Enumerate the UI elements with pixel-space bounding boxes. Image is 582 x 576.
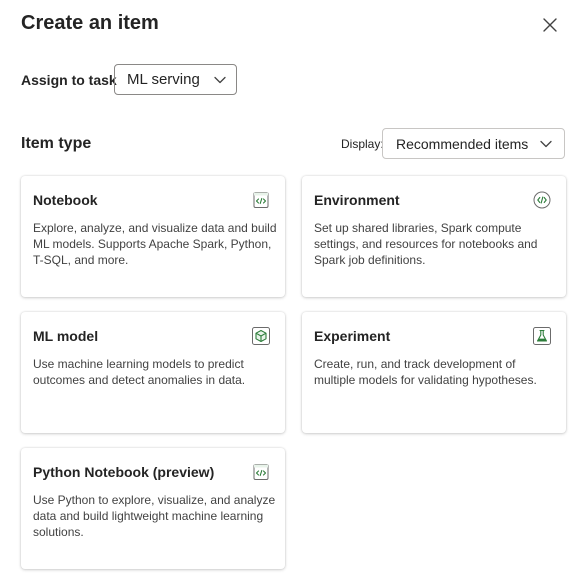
- display-dropdown[interactable]: Recommended items: [382, 128, 565, 159]
- card-ml-model[interactable]: ML model Use machine learning models to …: [21, 312, 285, 433]
- close-button[interactable]: [539, 14, 561, 36]
- card-description: Explore, analyze, and visualize data and…: [33, 221, 277, 267]
- card-description: Use machine learning models to predict o…: [33, 357, 246, 387]
- dialog-title: Create an item: [21, 12, 159, 34]
- notebook-icon: [253, 192, 269, 208]
- card-title: Experiment: [314, 328, 391, 344]
- card-experiment[interactable]: Experiment Create, run, and track develo…: [302, 312, 566, 433]
- display-value: Recommended items: [396, 135, 529, 152]
- display-label: Display:: [341, 137, 384, 151]
- chevron-down-icon: [214, 76, 226, 83]
- experiment-icon: [533, 327, 551, 345]
- card-notebook[interactable]: Notebook Explore, analyze, and visualize…: [21, 176, 285, 297]
- card-description: Use Python to explore, visualize, and an…: [33, 493, 276, 539]
- assign-to-task-label: Assign to task: [21, 72, 117, 88]
- assign-to-task-value: ML serving: [127, 71, 200, 88]
- card-title: Notebook: [33, 192, 98, 208]
- card-environment[interactable]: Environment Set up shared libraries, Spa…: [302, 176, 566, 297]
- environment-icon: [533, 191, 551, 209]
- python-notebook-icon: [253, 464, 269, 480]
- close-icon: [543, 18, 557, 32]
- assign-to-task-dropdown[interactable]: ML serving: [114, 64, 237, 95]
- card-title: ML model: [33, 328, 99, 344]
- card-title: Python Notebook (preview): [33, 464, 215, 480]
- ml-model-icon: [252, 327, 270, 345]
- card-description: Create, run, and track development of mu…: [314, 357, 537, 387]
- chevron-down-icon: [540, 140, 552, 147]
- card-python-notebook[interactable]: Python Notebook (preview) Use Python to …: [21, 448, 285, 569]
- card-title: Environment: [314, 192, 400, 208]
- item-type-heading: Item type: [21, 135, 92, 152]
- card-description: Set up shared libraries, Spark compute s…: [314, 221, 538, 267]
